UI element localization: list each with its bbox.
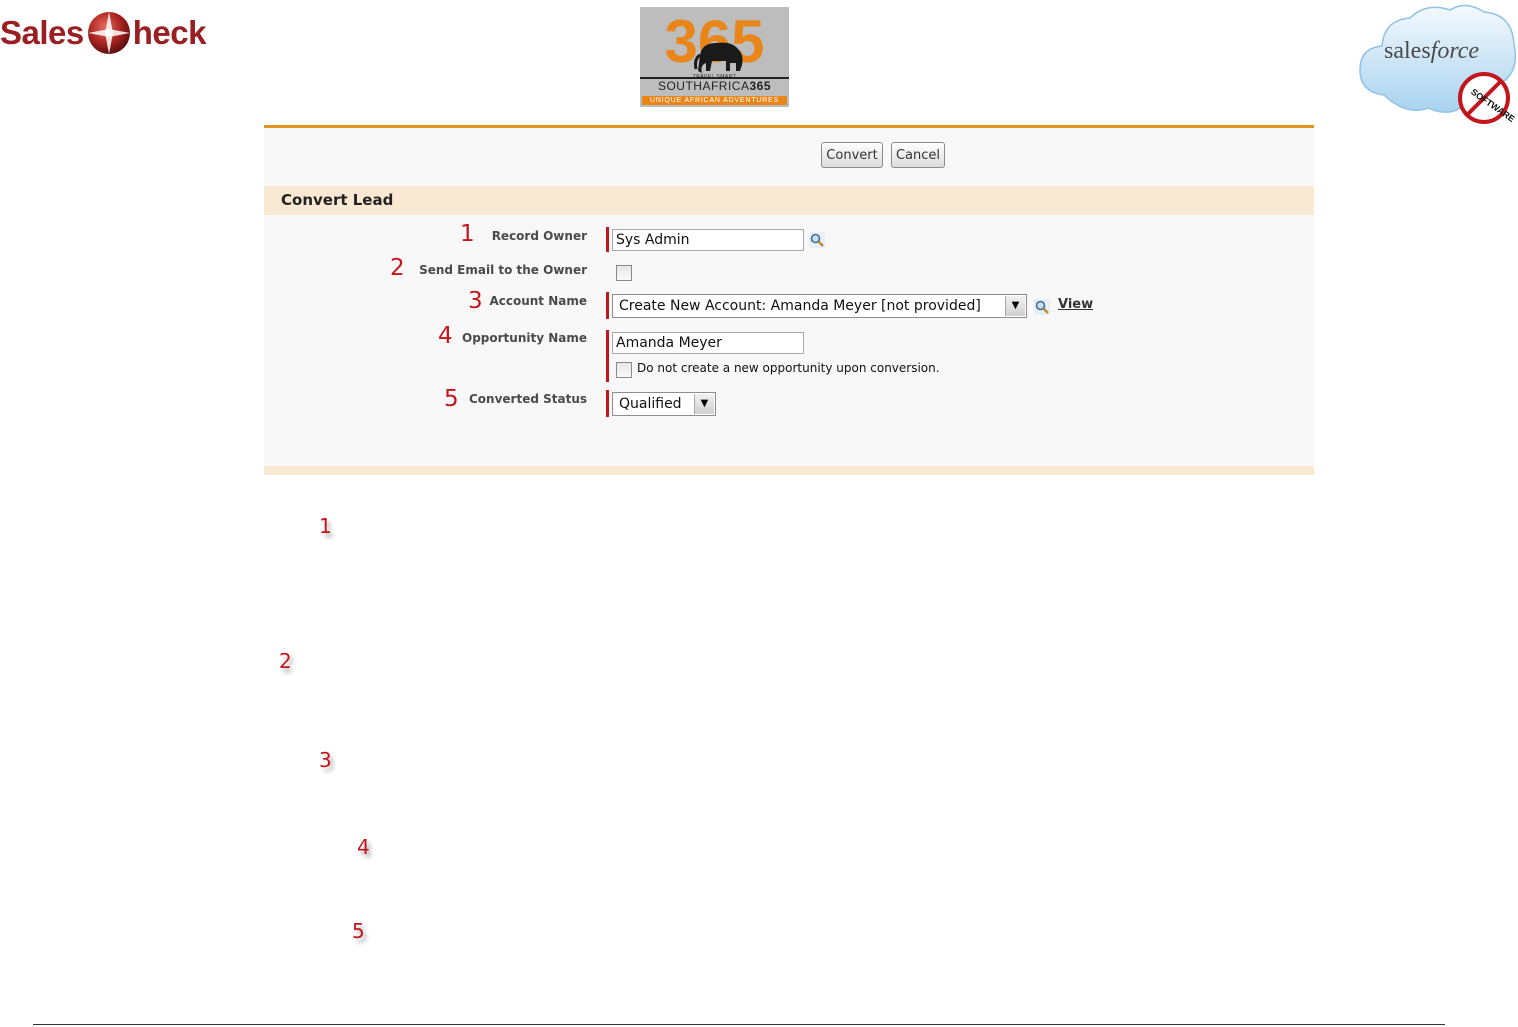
no-opportunity-label: Do not create a new opportunity upon con… <box>637 361 940 375</box>
account-view-link[interactable]: View <box>1058 297 1093 312</box>
salesforce-logo: salesforce SOFTWARE <box>1359 4 1517 124</box>
account-name-row: 3 Account Name Create New Account: Amand… <box>264 288 1314 322</box>
salescheck-logo-right: heck <box>132 14 207 51</box>
required-indicator <box>606 330 609 382</box>
account-name-value: Create New Account: Amanda Meyer [not pr… <box>619 298 981 314</box>
required-indicator <box>606 227 609 252</box>
salescheck-logo: Sales heck <box>0 8 255 58</box>
logo-365-small-text: TRAVEL SMART <box>692 74 737 80</box>
cancel-button[interactable]: Cancel <box>891 142 945 168</box>
converted-status-label: Converted Status <box>468 392 587 406</box>
no-opportunity-checkbox[interactable] <box>616 362 632 378</box>
record-owner-row: 1 Record Owner Sys Admin <box>264 222 1314 256</box>
required-indicator <box>606 390 609 417</box>
salescheck-ball-icon <box>87 12 130 54</box>
converted-status-select[interactable]: Qualified ▼ <box>612 392 716 416</box>
opportunity-name-row: 4 Opportunity Name Amanda Meyer Do not c… <box>264 324 1314 384</box>
send-email-row: 2 Send Email to the Owner <box>264 256 1314 288</box>
logo-365-tagline: UNIQUE AFRICAN ADVENTURES <box>642 96 787 105</box>
salesforce-logo-text: salesforce <box>1384 38 1479 64</box>
field-number: 2 <box>390 255 405 281</box>
converted-status-row: 5 Converted Status Qualified ▼ <box>264 386 1314 420</box>
panel-bottom-band <box>264 466 1314 475</box>
field-number: 1 <box>460 221 475 247</box>
section-title: Convert Lead <box>264 186 1314 215</box>
record-owner-input[interactable]: Sys Admin <box>612 229 804 251</box>
field-number: 4 <box>438 323 453 349</box>
elephant-icon <box>694 42 743 73</box>
field-number: 3 <box>468 288 483 314</box>
opportunity-name-input[interactable]: Amanda Meyer <box>612 332 804 354</box>
opportunity-name-label: Opportunity Name <box>462 331 587 345</box>
button-row: Convert Cancel <box>264 142 1314 170</box>
footer-divider <box>33 1024 1445 1025</box>
record-owner-label: Record Owner <box>491 229 587 243</box>
step-marker-5: 5 <box>352 919 365 943</box>
southafrica365-logo: 365 TRAVEL SMART SOUTHAFRICA365 UNIQUE A… <box>640 7 789 107</box>
step-marker-4: 4 <box>357 835 370 859</box>
required-indicator <box>606 292 609 319</box>
salescheck-logo-left: Sales <box>0 14 84 51</box>
step-marker-1: 1 <box>319 514 332 538</box>
step-marker-3: 3 <box>319 748 332 772</box>
logo-365-band: TRAVEL SMART SOUTHAFRICA365 <box>640 74 789 94</box>
send-email-label: Send Email to the Owner <box>419 263 587 277</box>
magnifier-lookup-icon[interactable] <box>1033 298 1051 316</box>
account-name-label: Account Name <box>489 294 587 308</box>
converted-status-value: Qualified <box>619 396 682 412</box>
field-number: 5 <box>444 386 459 412</box>
chevron-down-icon[interactable]: ▼ <box>1005 296 1025 316</box>
magnifier-lookup-icon[interactable] <box>808 231 826 249</box>
step-marker-2: 2 <box>279 649 292 673</box>
send-email-checkbox[interactable] <box>616 265 632 281</box>
convert-lead-panel: Convert Cancel Convert Lead 1 Record Own… <box>264 125 1314 475</box>
convert-button[interactable]: Convert <box>821 142 883 168</box>
account-name-select[interactable]: Create New Account: Amanda Meyer [not pr… <box>612 294 1027 318</box>
chevron-down-icon[interactable]: ▼ <box>694 394 714 414</box>
